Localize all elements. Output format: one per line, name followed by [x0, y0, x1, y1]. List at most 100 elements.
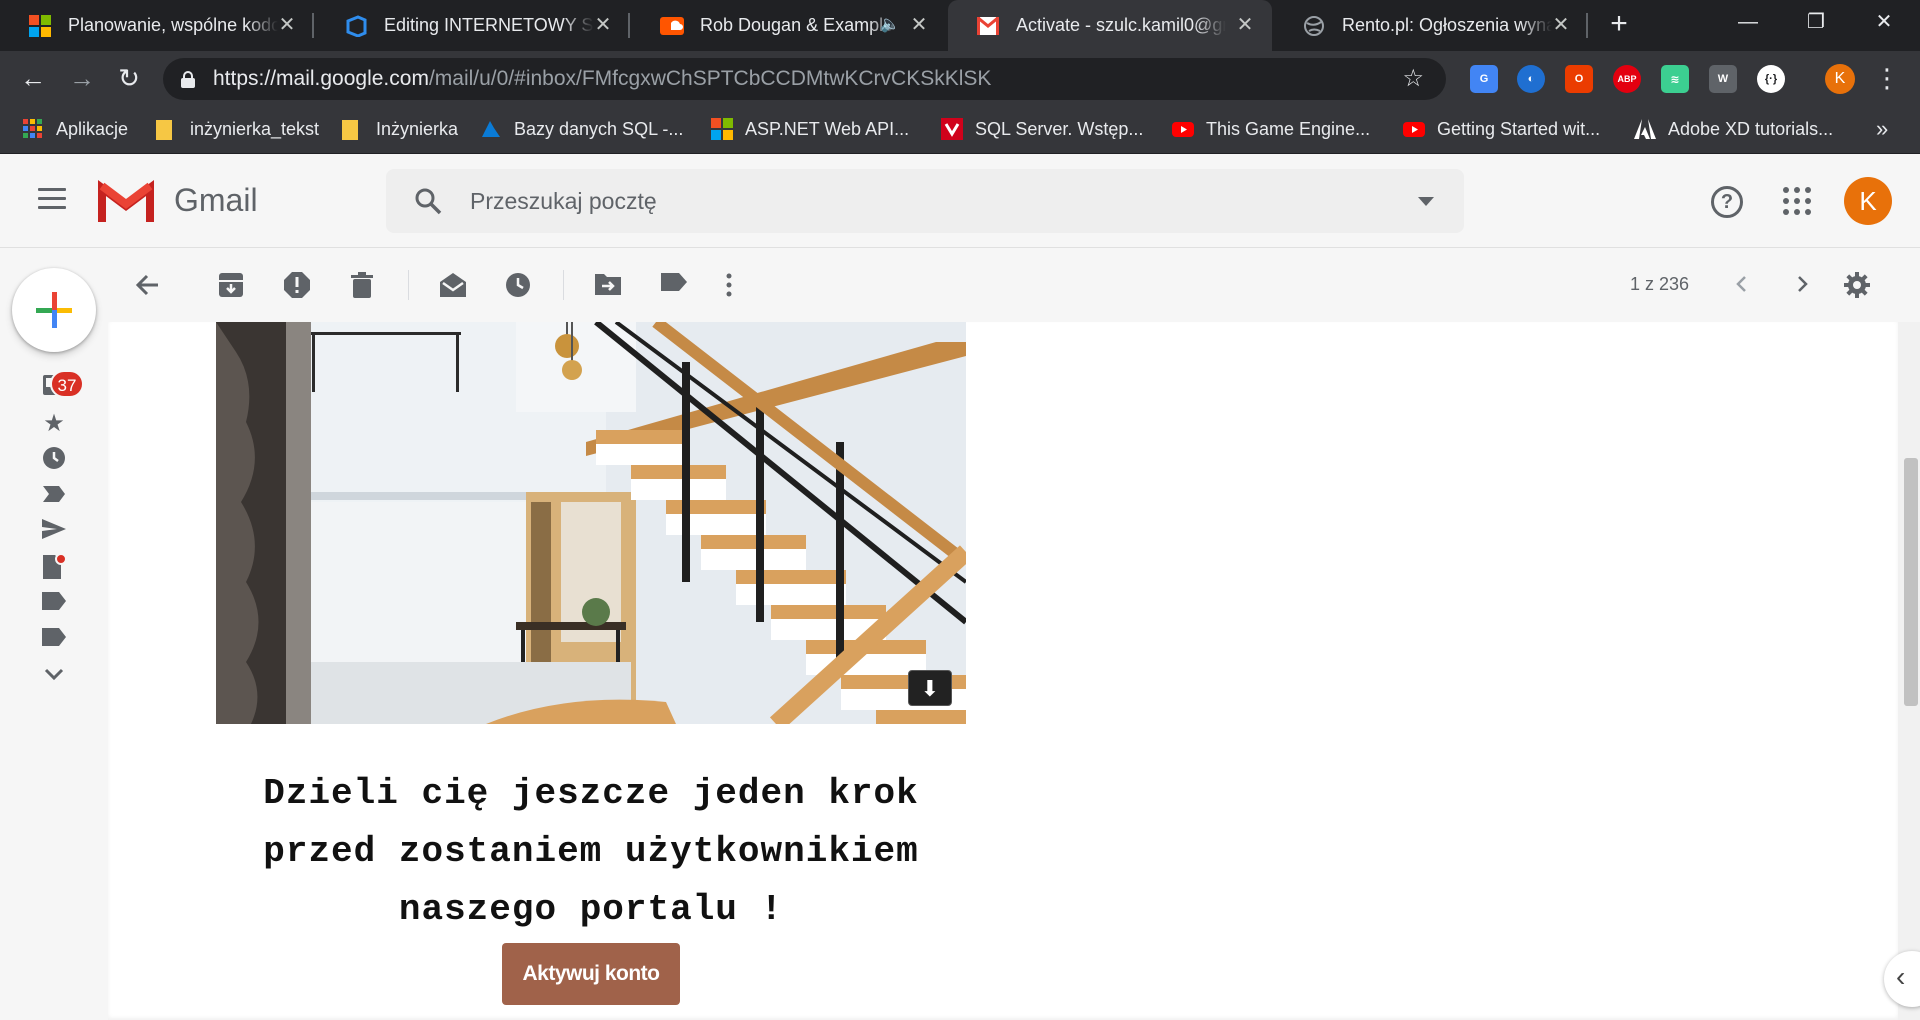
mark-as-unread-icon[interactable]: [438, 271, 466, 299]
youtube-icon: [1172, 118, 1194, 140]
bookmark-adobe-xd[interactable]: Adobe XD tutorials...: [1634, 118, 1833, 140]
folder-icon: [342, 118, 364, 140]
close-tab-icon[interactable]: ✕: [1234, 14, 1256, 36]
settings-gear-icon[interactable]: [1843, 271, 1871, 299]
audio-extension-icon[interactable]: ≋: [1661, 65, 1689, 93]
more-options-icon[interactable]: [722, 271, 736, 299]
bookmark-aplikacje[interactable]: Aplikacje: [22, 118, 128, 140]
tab-title: Editing INTERNETOWY SERWIS: [384, 15, 594, 35]
gmail-header: Gmail ? K: [0, 154, 1920, 248]
tab-title: Activate - szulc.kamil0@gmail: [1016, 15, 1226, 35]
newer-chevron-left-icon[interactable]: [1732, 269, 1752, 305]
bookmark-star-icon[interactable]: ☆: [1402, 64, 1424, 93]
browser-tab-planowanie[interactable]: Planowanie, wspólne kodowa ✕: [0, 0, 314, 51]
bookmark-bazy-danych[interactable]: Bazy danych SQL -...: [480, 118, 683, 140]
archive-icon[interactable]: [217, 271, 245, 299]
bookmark-game-engine[interactable]: This Game Engine...: [1172, 118, 1370, 140]
gmail-left-rail: 37 ★: [0, 248, 108, 1020]
lock-icon: [181, 70, 195, 88]
apps-grid-icon: [22, 118, 44, 140]
bookmark-aspnet[interactable]: ASP.NET Web API...: [711, 118, 909, 140]
browser-profile-avatar[interactable]: K: [1825, 64, 1855, 94]
report-spam-icon[interactable]: [283, 271, 311, 299]
browser-menu-icon[interactable]: ⋮: [1874, 63, 1900, 93]
reload-icon[interactable]: ↻: [111, 61, 147, 97]
restore-window-button[interactable]: ❐: [1780, 0, 1852, 51]
search-options-chevron-down-icon[interactable]: [1418, 197, 1434, 206]
sent-icon[interactable]: [40, 518, 68, 546]
account-avatar[interactable]: K: [1844, 177, 1892, 225]
browser-tab-strip: Planowanie, wspólne kodowa ✕ Editing INT…: [0, 0, 1920, 51]
download-image-icon[interactable]: ⬇: [908, 670, 952, 706]
label-icon[interactable]: [40, 590, 68, 618]
search-icon[interactable]: [414, 187, 442, 215]
browser-toolbar: ← → ↻ https://mail.google.com/mail/u/0/#…: [0, 51, 1920, 106]
tab-title: Rento.pl: Ogłoszenia wynajmu: [1342, 15, 1552, 35]
search-input[interactable]: [470, 169, 1320, 233]
address-bar[interactable]: https://mail.google.com/mail/u/0/#inbox/…: [163, 58, 1446, 100]
helion-icon: [941, 118, 963, 140]
bookmark-inzynierka[interactable]: Inżynierka: [342, 118, 458, 140]
inbox-unread-badge: 37: [50, 370, 84, 398]
browser-tab-soundcloud[interactable]: Rob Dougan & Example 🔈 ✕: [632, 0, 946, 51]
important-icon[interactable]: [40, 482, 68, 510]
compose-button[interactable]: [12, 268, 96, 352]
folder-icon: [156, 118, 178, 140]
new-tab-button[interactable]: +: [1604, 9, 1634, 40]
azure-icon: [480, 118, 502, 140]
close-tab-icon[interactable]: ✕: [592, 14, 614, 36]
adobe-icon: [1634, 118, 1656, 140]
drafts-icon[interactable]: [40, 553, 68, 582]
expand-more-chevron-down-icon[interactable]: [40, 660, 68, 688]
forward-arrow-icon[interactable]: →: [64, 61, 100, 97]
gmail-favicon-icon: [976, 14, 1000, 38]
azure-devops-icon: [344, 14, 368, 38]
microsoft-icon: [28, 14, 52, 38]
activate-account-button[interactable]: Aktywuj konto: [502, 943, 680, 1005]
minimize-window-button[interactable]: —: [1712, 0, 1784, 51]
globe-icon: [1302, 14, 1326, 38]
main-menu-icon[interactable]: [38, 188, 66, 210]
browser-tab-editing[interactable]: Editing INTERNETOWY SERWIS ✕: [316, 0, 630, 51]
browser-tab-rento[interactable]: Rento.pl: Ogłoszenia wynajmu ✕: [1274, 0, 1588, 51]
tab-title: Rob Dougan & Example: [700, 15, 894, 35]
pagination-counter: 1 z 236: [1630, 274, 1690, 294]
youtube-icon: [1403, 118, 1425, 140]
snooze-clock-icon[interactable]: [504, 271, 532, 299]
starred-icon[interactable]: ★: [40, 410, 68, 438]
dev-extension-icon[interactable]: {·}: [1757, 65, 1785, 93]
labels-icon[interactable]: [660, 271, 688, 299]
close-tab-icon[interactable]: ✕: [276, 14, 298, 36]
google-translate-extension-icon[interactable]: G: [1470, 65, 1498, 93]
back-to-inbox-arrow-icon[interactable]: [134, 271, 162, 299]
soundcloud-icon: [660, 14, 684, 38]
back-arrow-icon[interactable]: ←: [15, 61, 51, 97]
bookmarks-overflow-button[interactable]: »: [1876, 116, 1888, 142]
bookmark-getting-started[interactable]: Getting Started wit...: [1403, 118, 1600, 140]
globe-extension-icon[interactable]: ◐: [1517, 65, 1545, 93]
close-window-button[interactable]: ✕: [1848, 0, 1920, 51]
office-extension-icon[interactable]: O: [1565, 65, 1593, 93]
close-tab-icon[interactable]: ✕: [908, 14, 930, 36]
wappalyzer-extension-icon[interactable]: W: [1709, 65, 1737, 93]
mail-search-box: [386, 169, 1464, 233]
gmail-logo-icon[interactable]: [98, 180, 154, 222]
page-scrollbar-thumb[interactable]: [1904, 458, 1918, 706]
gmail-wordmark[interactable]: Gmail: [174, 182, 258, 219]
snoozed-clock-icon[interactable]: [40, 446, 68, 474]
help-icon[interactable]: ?: [1711, 186, 1743, 218]
google-apps-icon[interactable]: [1783, 187, 1811, 215]
tab-title: Planowanie, wspólne kodowa: [68, 15, 278, 35]
microsoft-icon: [711, 118, 733, 140]
move-to-folder-icon[interactable]: [594, 271, 622, 299]
older-chevron-right-icon[interactable]: [1792, 269, 1812, 305]
bookmark-sql-server[interactable]: SQL Server. Wstęp...: [941, 118, 1143, 140]
delete-trash-icon[interactable]: [348, 271, 376, 299]
label-icon[interactable]: [40, 626, 68, 654]
browser-tab-activate[interactable]: Activate - szulc.kamil0@gmail ✕: [948, 0, 1272, 51]
adblock-plus-extension-icon[interactable]: ABP: [1613, 65, 1641, 93]
bookmark-inzynierka-tekst[interactable]: inżynierka_tekst: [156, 118, 319, 140]
audio-playing-icon[interactable]: 🔈: [880, 14, 900, 34]
close-tab-icon[interactable]: ✕: [1550, 14, 1572, 36]
bookmarks-bar: Aplikacje inżynierka_tekst Inżynierka Ba…: [0, 106, 1920, 154]
